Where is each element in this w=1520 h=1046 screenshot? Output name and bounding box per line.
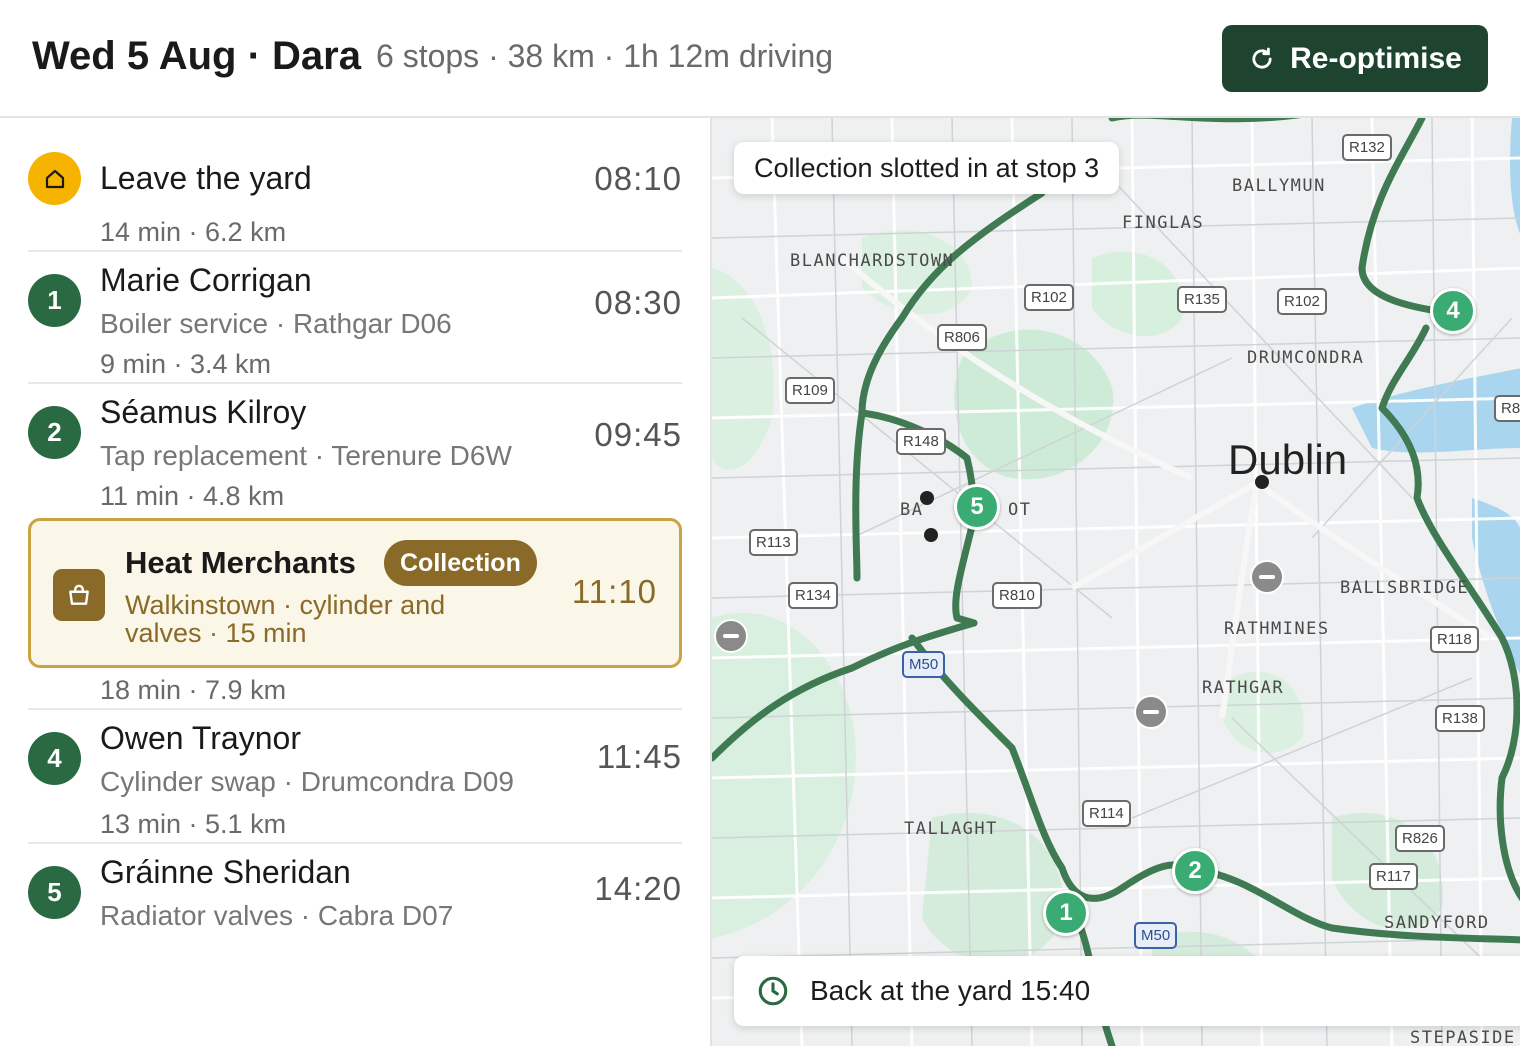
collection-stop-card[interactable]: Heat Merchants Collection Walkinstown · … — [28, 518, 682, 668]
road-badge: R148 — [896, 428, 946, 455]
map-pin-stop-2[interactable]: 2 — [1172, 848, 1218, 894]
map-point — [924, 528, 938, 542]
leg-meta: 11 min · 4.8 km — [100, 481, 285, 511]
route-map[interactable]: BALLYMUN FINGLAS BLANCHARDSTOWN DRUMCOND… — [710, 118, 1520, 1046]
collection-tag: Collection — [384, 540, 537, 586]
map-point — [920, 491, 934, 505]
job-detail: Walkinstown · cylinder and valves · 15 m… — [125, 590, 446, 648]
area-label: TALLAGHT — [904, 819, 998, 839]
area-label: OT — [1008, 500, 1032, 520]
road-badge: R826 — [1395, 825, 1445, 852]
customer-name: Owen Traynor — [100, 720, 301, 756]
collection-badge — [53, 569, 105, 621]
city-marker — [1255, 475, 1269, 489]
city-label: Dublin — [1228, 436, 1348, 483]
customer-name: Marie Corrigan — [100, 262, 312, 298]
start-label: Leave the yard — [100, 160, 312, 196]
road-badge: R117 — [1369, 863, 1418, 890]
stop-row-5[interactable]: 5 Gráinne Sheridan Radiator valves · Cab… — [28, 854, 682, 954]
route-summary: 6 stops · 38 km · 1h 12m driving — [376, 38, 834, 74]
page-title: Wed 5 Aug · Dara — [32, 34, 361, 78]
job-detail: Radiator valves · Cabra D07 — [100, 900, 454, 931]
area-label: STEPASIDE — [1410, 1028, 1516, 1046]
road-badge: R810 — [992, 582, 1042, 609]
re-optimise-button[interactable]: Re-optimise — [1222, 25, 1488, 92]
road-badge: R113 — [749, 529, 798, 556]
shopping-bag-icon — [69, 584, 89, 605]
road-badge: R134 — [788, 582, 838, 609]
road-badge: R102 — [1277, 288, 1327, 315]
road-badge: R102 — [1024, 284, 1074, 311]
area-label: RATHMINES — [1224, 619, 1330, 639]
no-entry-icon — [714, 619, 748, 653]
map-pin-stop-1[interactable]: 1 — [1043, 890, 1089, 936]
area-label: RATHGAR — [1202, 678, 1285, 698]
return-eta-bar: Back at the yard 15:40 — [734, 956, 1520, 1026]
area-label: DRUMCONDRA — [1247, 348, 1365, 368]
customer-name: Heat Merchants — [125, 545, 356, 580]
arrival-time: 09:45 — [594, 416, 682, 453]
top-bar: Wed 5 Aug · Dara 6 stops · 38 km · 1h 12… — [0, 0, 1520, 118]
map-pin-stop-4[interactable]: 4 — [1430, 288, 1476, 334]
customer-name: Gráinne Sheridan — [100, 854, 351, 890]
re-optimise-label: Re-optimise — [1290, 41, 1462, 75]
road-badge: R135 — [1177, 286, 1227, 313]
no-entry-icon — [1134, 695, 1168, 729]
road-badge: R138 — [1435, 705, 1485, 732]
area-label: BLANCHARDSTOWN — [790, 251, 955, 271]
motorway-badge: M50 — [902, 651, 946, 678]
area-label: FINGLAS — [1122, 213, 1205, 233]
clock-icon — [758, 976, 788, 1006]
road-badge: R132 — [1342, 134, 1392, 161]
road-badge: R806 — [937, 324, 987, 351]
yard-badge — [28, 152, 81, 205]
motorway-badge: M50 — [1134, 922, 1178, 949]
stop-number-badge: 2 — [28, 406, 81, 459]
home-icon — [45, 169, 64, 188]
job-detail: Tap replacement · Terenure D6W — [100, 440, 512, 471]
leg-meta: 13 min · 5.1 km — [100, 809, 287, 839]
area-label: SANDYFORD — [1384, 913, 1490, 933]
area-label: BALLYMUN — [1232, 176, 1326, 196]
road-badge: R118 — [1430, 626, 1479, 653]
arrival-time: 08:30 — [594, 284, 682, 321]
stop-number-badge: 4 — [28, 732, 81, 785]
road-badge: R114 — [1082, 800, 1131, 827]
return-eta-label: Back at the yard 15:40 — [810, 975, 1091, 1006]
job-detail: Cylinder swap · Drumcondra D09 — [100, 766, 514, 797]
notification-toast: Collection slotted in at stop 3 — [734, 142, 1120, 194]
start-time: 08:10 — [594, 160, 682, 197]
no-entry-icon — [1250, 560, 1284, 594]
stop-number-badge: 1 — [28, 274, 81, 327]
refresh-icon — [1252, 47, 1272, 68]
arrival-time: 11:45 — [596, 738, 682, 775]
stop-number-badge: 5 — [28, 866, 81, 919]
road-badge: R8 — [1494, 395, 1520, 422]
stop-list: Leave the yard 08:10 14 min · 6.2 km 1 M… — [0, 120, 710, 1046]
leg-meta: 14 min · 6.2 km — [100, 217, 287, 247]
arrival-time: 14:20 — [594, 870, 682, 907]
map-pin-stop-5[interactable]: 5 — [954, 484, 1000, 530]
divider — [28, 382, 682, 384]
leg-meta: 18 min · 7.9 km — [100, 675, 287, 705]
divider — [28, 250, 682, 252]
area-label: BALLSBRIDGE — [1340, 578, 1470, 598]
arrival-time: 11:10 — [571, 573, 657, 610]
area-label: BA — [900, 500, 924, 520]
customer-name: Séamus Kilroy — [100, 394, 307, 430]
job-detail: Boiler service · Rathgar D06 — [100, 308, 452, 339]
divider — [28, 708, 682, 710]
divider — [28, 842, 682, 844]
road-badge: R109 — [785, 377, 835, 404]
leg-meta: 9 min · 3.4 km — [100, 349, 272, 379]
